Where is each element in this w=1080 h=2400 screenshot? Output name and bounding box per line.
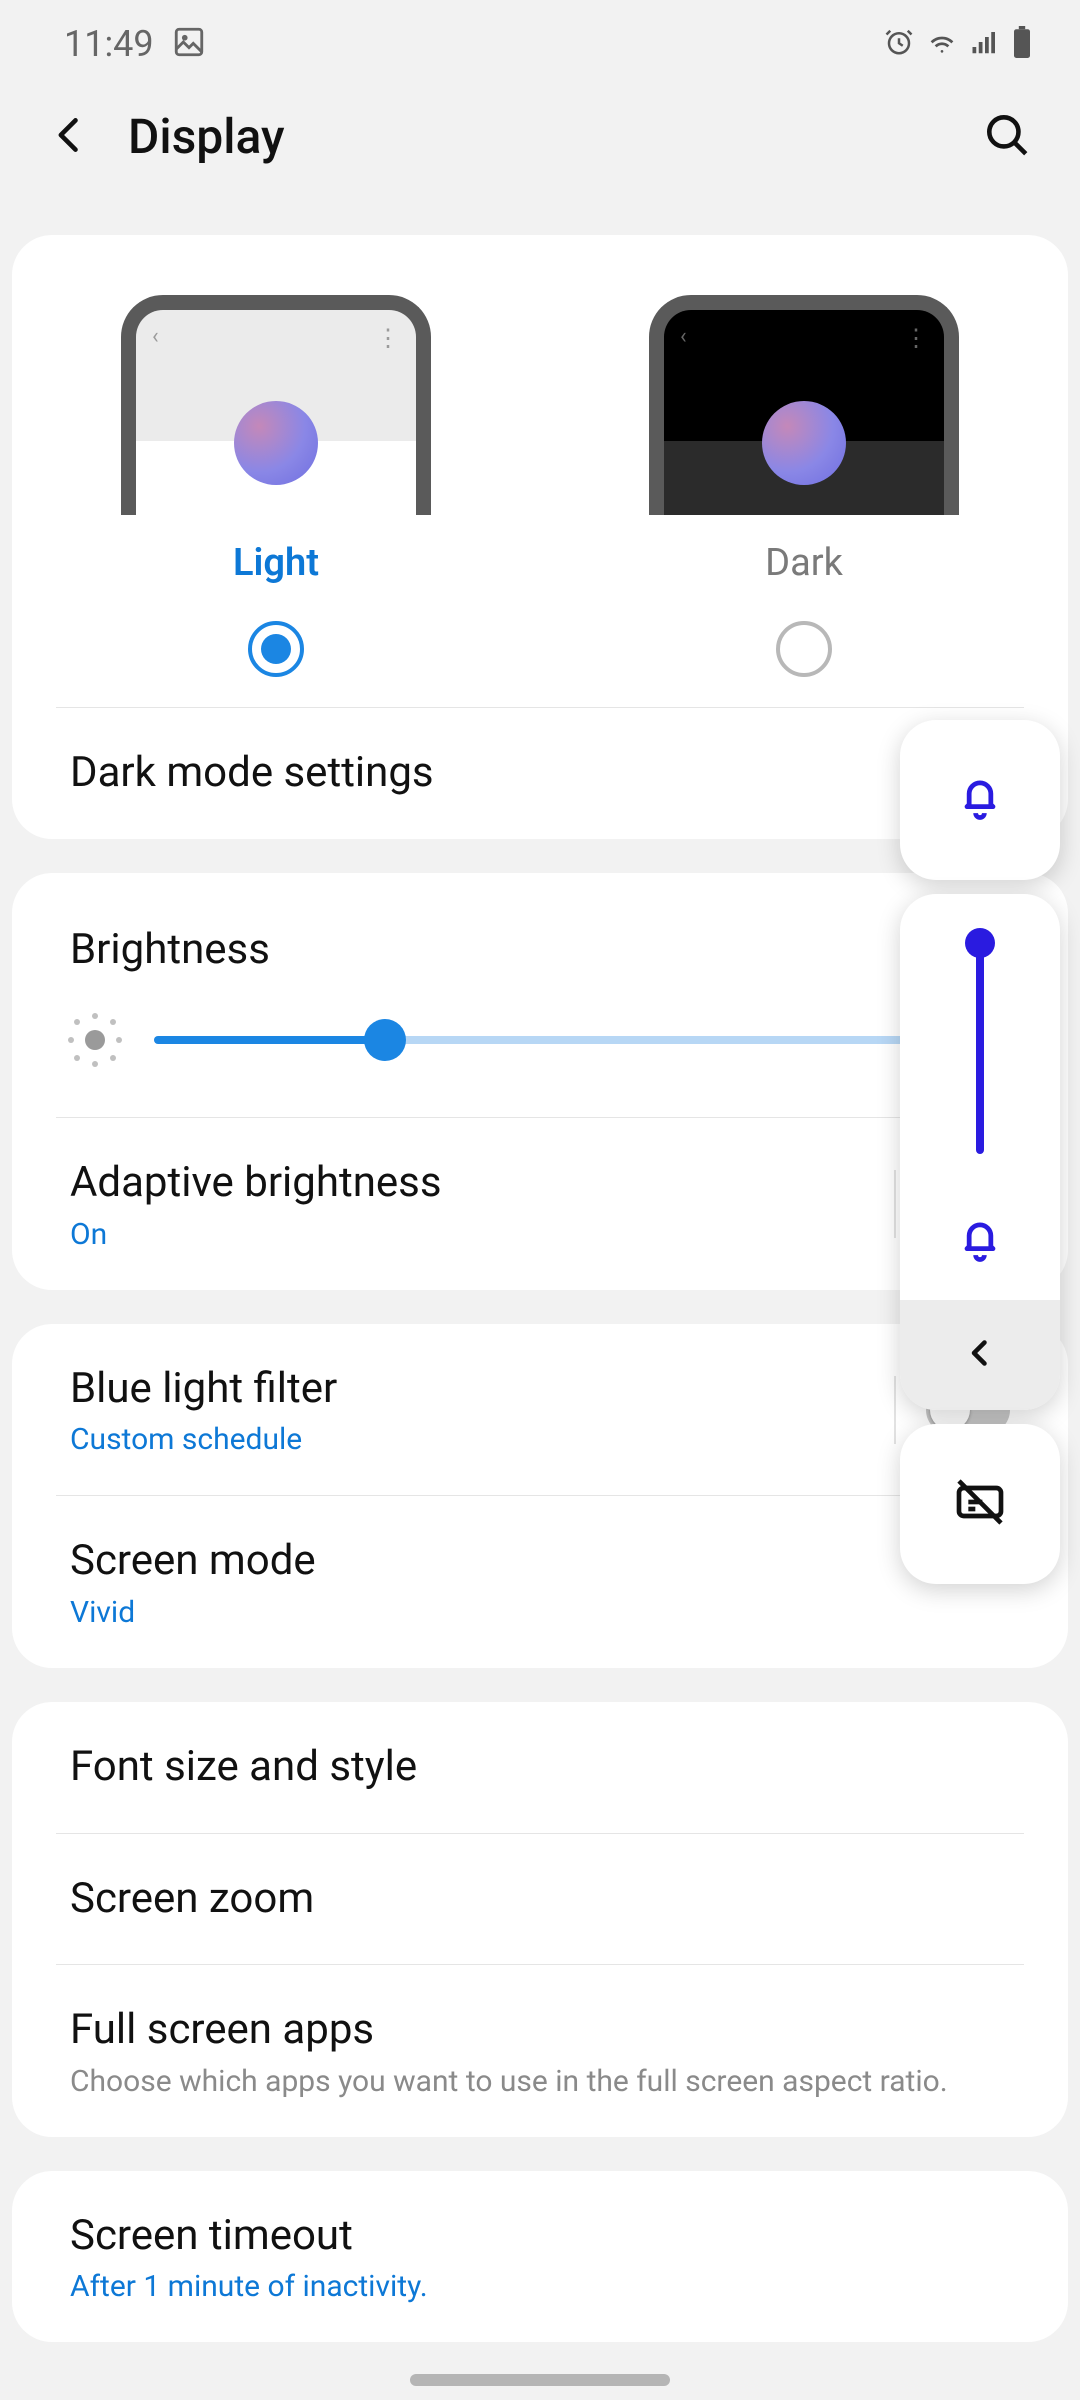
nav-handle[interactable] [410,2374,670,2386]
battery-icon [1012,26,1032,62]
status-time: 11:49 [64,23,154,65]
captions-off-icon [952,1474,1008,1534]
ringer-card[interactable] [900,720,1060,880]
bell-icon [954,1214,1006,1270]
card-timeout: Screen timeout After 1 minute of inactiv… [12,2171,1068,2343]
timeout-value: After 1 minute of inactivity. [70,2269,1010,2304]
adaptive-title: Adaptive brightness [70,1156,442,1211]
alarm-icon [884,27,914,61]
chevron-left-icon [962,1335,998,1375]
zoom-title: Screen zoom [70,1872,1010,1927]
bell-icon [954,772,1006,828]
brightness-low-icon [70,1015,120,1065]
brightness-title: Brightness [70,923,1010,978]
adaptive-value: On [70,1217,442,1252]
light-preview: ‹ ⋮ [121,295,431,515]
volume-slider[interactable] [976,934,984,1154]
signal-icon [970,27,1000,61]
page-title: Display [128,108,285,165]
item-zoom[interactable]: Screen zoom [12,1834,1068,1965]
brightness-slider[interactable] [154,1036,1010,1044]
item-font[interactable]: Font size and style [12,1702,1068,1833]
font-title: Font size and style [70,1740,1010,1795]
theme-label-light: Light [233,541,319,585]
dark-mode-settings-title: Dark mode settings [70,746,1010,801]
volume-collapse-button[interactable] [900,1300,1060,1410]
back-icon[interactable] [48,113,92,161]
search-icon[interactable] [982,110,1032,164]
item-timeout[interactable]: Screen timeout After 1 minute of inactiv… [12,2171,1068,2343]
theme-option-dark[interactable]: ‹ ⋮ Dark [540,295,1068,677]
radio-light[interactable] [248,621,304,677]
volume-slider-card [900,894,1060,1410]
blue-light-value: Custom schedule [70,1422,337,1457]
volume-thumb[interactable] [965,928,995,958]
card-display-options: Font size and style Screen zoom Full scr… [12,1702,1068,2137]
status-bar: 11:49 [0,0,1080,88]
fullscreen-desc: Choose which apps you want to use in the… [70,2064,1010,2099]
brightness-slider-thumb[interactable] [364,1019,406,1061]
blue-light-title: Blue light filter [70,1362,337,1417]
header: Display [0,88,1080,235]
radio-dark[interactable] [776,621,832,677]
screenshot-icon [172,25,206,63]
volume-overlay [900,720,1060,1584]
theme-option-light[interactable]: ‹ ⋮ Light [12,295,540,677]
wifi-icon [926,26,958,62]
dark-preview: ‹ ⋮ [649,295,959,515]
item-fullscreen[interactable]: Full screen apps Choose which apps you w… [12,1965,1068,2137]
fullscreen-title: Full screen apps [70,2003,1010,2058]
screen-mode-value: Vivid [70,1595,1010,1630]
captions-off-card[interactable] [900,1424,1060,1584]
screen-mode-title: Screen mode [70,1534,1010,1589]
theme-label-dark: Dark [765,541,843,585]
timeout-title: Screen timeout [70,2209,1010,2264]
